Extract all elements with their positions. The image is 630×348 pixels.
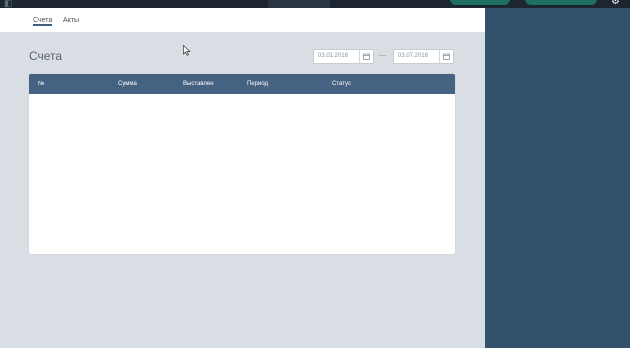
table-header: № Сумма Выставлен Период Статус <box>29 74 455 94</box>
right-side-panel <box>485 8 630 348</box>
tab-invoices[interactable]: Счета <box>33 17 53 26</box>
page-title: Счета <box>29 49 63 63</box>
invoices-table: № Сумма Выставлен Период Статус <box>29 74 455 254</box>
calendar-icon[interactable] <box>439 50 453 63</box>
date-range-separator: — <box>379 52 386 59</box>
column-period[interactable]: Период <box>247 81 268 87</box>
gear-icon[interactable]: ⚙ <box>611 0 620 7</box>
column-issued[interactable]: Выставлен <box>183 81 214 87</box>
subtab-strip: Счета Акты <box>0 8 485 32</box>
column-amount[interactable]: Сумма <box>118 81 137 87</box>
column-number[interactable]: № <box>38 81 44 87</box>
top-navbar: ◧ ⚙ <box>0 0 630 8</box>
cursor-arrow-icon <box>183 45 191 56</box>
ask-question-button[interactable] <box>525 0 597 5</box>
date-to-field[interactable]: 03.07.2016 <box>393 49 454 64</box>
nav-active-indicator <box>268 0 330 8</box>
calendar-icon[interactable] <box>359 50 373 63</box>
column-status[interactable]: Статус <box>332 81 351 87</box>
date-from-value: 03.01.2016 <box>318 53 349 59</box>
help-pill-button[interactable] <box>450 0 510 5</box>
date-from-field[interactable]: 03.01.2016 <box>313 49 374 64</box>
date-to-value: 03.07.2016 <box>398 53 429 59</box>
tab-acts[interactable]: Акты <box>63 17 79 24</box>
logo-icon[interactable]: ◧ <box>4 0 18 8</box>
